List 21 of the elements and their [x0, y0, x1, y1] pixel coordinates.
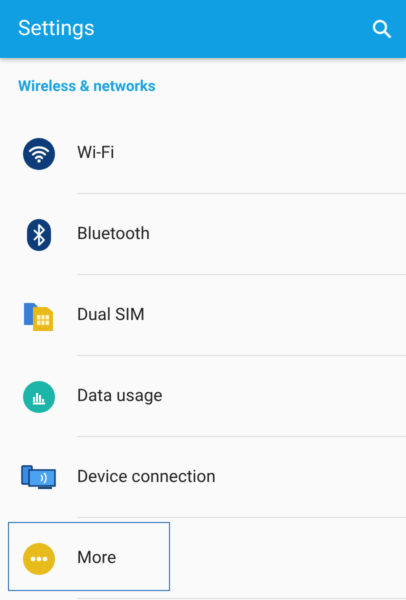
more-icon: [22, 542, 54, 574]
item-label: Bluetooth: [77, 224, 150, 244]
section-header: Wireless & networks: [18, 76, 156, 94]
app-title: Settings: [18, 17, 95, 41]
settings-item[interactable]: Bluetooth: [0, 194, 406, 275]
settings-item[interactable]: More: [0, 518, 406, 599]
settings-item[interactable]: Data usage: [0, 356, 406, 437]
bar-chart-icon: [22, 380, 54, 412]
settings-item[interactable]: Dual SIM: [0, 275, 406, 356]
item-label: Wi-Fi: [77, 143, 114, 163]
settings-item[interactable]: Device connection: [0, 437, 406, 518]
wifi-icon: [22, 138, 54, 170]
item-label: More: [77, 548, 116, 568]
search-icon[interactable]: [372, 19, 392, 39]
item-label: Dual SIM: [77, 305, 145, 325]
screen-mirroring-icon: [20, 464, 56, 490]
item-label: Data usage: [77, 386, 162, 406]
item-label: Device connection: [77, 467, 216, 487]
sim-cards-icon: [22, 300, 54, 330]
bluetooth-icon: [26, 218, 50, 250]
settings-item[interactable]: Wi-Fi: [0, 113, 406, 194]
